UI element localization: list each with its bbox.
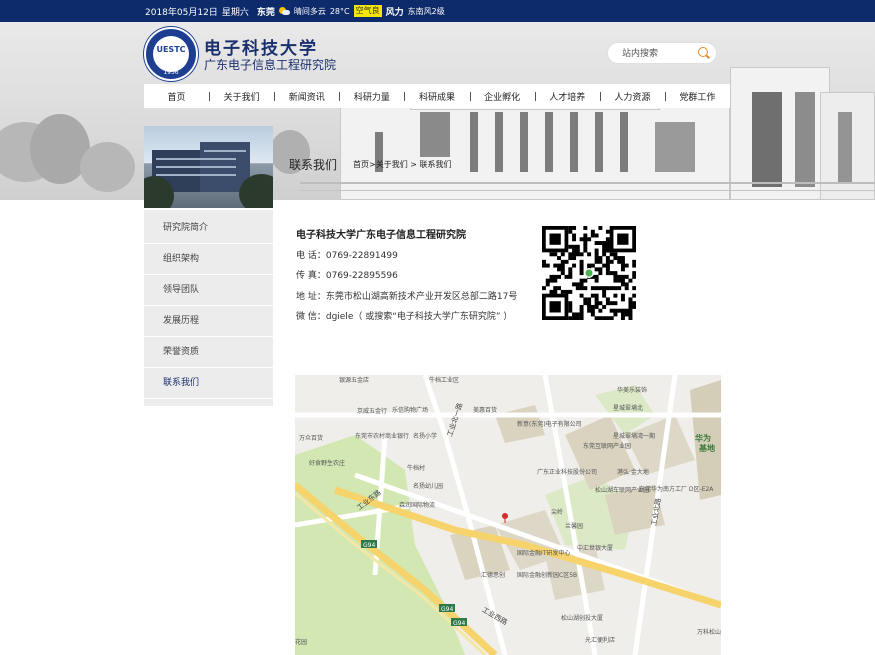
location-map[interactable]: G94 G94 G94 银源五金店 牛档工业区 华美乐装饰 乐信购物广场 美惠百货 星城翠… <box>295 375 721 655</box>
city-text: 东莞 <box>256 7 275 18</box>
nav-item-party[interactable]: 党群工作 <box>664 90 730 103</box>
nav-item-training[interactable]: 人才培养 <box>534 90 600 103</box>
search-input[interactable] <box>622 47 694 61</box>
map-place-label: 森润国际物流 <box>399 502 436 509</box>
map-place-label: 国际金融IT研发中心 <box>517 550 571 557</box>
contact-address: 地 址：东莞市松山湖高新技术产业开发区总部二路17号 <box>296 292 518 302</box>
logo-year: 1956 <box>163 69 179 76</box>
map-place-label: 新意(东莞)电子有限公司 <box>517 421 582 428</box>
contact-org-name: 电子科技大学广东电子信息工程研究院 <box>296 230 466 241</box>
breadcrumb[interactable]: 首页>关于我们 > 联系我们 <box>353 159 452 170</box>
map-place-label: 星城翠埔北 <box>613 405 644 412</box>
wechat-qr-code <box>542 226 637 321</box>
nav-item-hr[interactable]: 人力资源 <box>599 90 665 103</box>
map-place-label: 尖岭 <box>551 509 564 516</box>
map-place-label: 美惠百货 <box>473 407 498 414</box>
map-place-label: 国际金融创新园C区5B <box>517 572 578 579</box>
weekday-text: 星期六 <box>221 7 249 18</box>
brand-subtitle[interactable]: 广东电子信息工程研究院 <box>204 56 336 73</box>
map-place-label: 基地 <box>699 444 715 453</box>
map-place-label: 兰馨园 <box>565 523 584 530</box>
highway-label: G94 <box>363 542 375 549</box>
map-place-label: 华美乐装饰 <box>617 387 648 394</box>
wind-label: 风力 <box>385 7 404 18</box>
map-place-label: 牛档村 <box>407 465 426 472</box>
temperature-text: 28°C <box>329 6 350 16</box>
map-place-label: 牛档工业区 <box>429 377 460 384</box>
map-place-label: 东莞市农村商业银行 <box>355 433 410 440</box>
sidebar-item-contact[interactable]: 联系我们 <box>144 368 273 399</box>
map-place-label: 光汇便利店 <box>585 637 616 644</box>
map-place-label: 松山湖车联网产业园 <box>595 487 650 494</box>
nav-item-research-results[interactable]: 科研成果 <box>404 90 469 103</box>
location-marker-icon <box>502 513 508 519</box>
map-place-label: 广东正业科技股份公司 <box>537 469 598 476</box>
map-place-label: 东莞华为南方工厂 D区-E2A <box>639 486 714 493</box>
page-title: 联系我们 <box>289 158 338 172</box>
air-quality-badge: 空气良 <box>353 5 382 17</box>
map-place-label: 名扬小学 <box>413 433 438 440</box>
map-place-label: 汇德思创 <box>481 572 506 579</box>
map-place-label: 京威五金行 <box>357 408 388 415</box>
search-icon[interactable] <box>698 47 708 57</box>
nav-item-incubation[interactable]: 企业孵化 <box>469 90 535 103</box>
map-place-label: 花园 <box>295 639 308 646</box>
map-place-label: 星城翠埔湾一期 <box>613 433 656 440</box>
highway-label: G94 <box>453 620 465 627</box>
map-place-label: 中汇世银大厦 <box>577 545 614 552</box>
map-place-label: 松山湖创投大厦 <box>561 615 604 622</box>
map-place-label: 银源五金店 <box>339 377 370 384</box>
map-place-label: 万科松山湖研究院 <box>697 629 721 636</box>
wind-text: 东南风2级 <box>407 6 445 16</box>
map-place-label: 东莞互联网产业园 <box>583 443 632 450</box>
nav-item-about[interactable]: 关于我们 <box>209 90 274 103</box>
sidebar-menu: 研究院简介 组织架构 领导团队 发展历程 荣誉资质 联系我们 <box>144 210 273 406</box>
highway-label: G94 <box>441 606 453 613</box>
main-nav: 首页 关于我们 新闻资讯 科研力量 科研成果 企业孵化 人才培养 人力资源 党群… <box>144 84 730 108</box>
sidebar-item-history[interactable]: 发展历程 <box>144 306 273 337</box>
sidebar-item-structure[interactable]: 组织架构 <box>144 244 273 275</box>
map-place-label: 万众百货 <box>299 435 324 442</box>
logo-abbr: UESTC <box>156 45 186 54</box>
map-place-label: 港弘·金大地 <box>617 469 649 476</box>
sidebar-item-honors[interactable]: 荣誉资质 <box>144 337 273 368</box>
nav-item-home[interactable]: 首页 <box>144 90 209 103</box>
map-place-label: 华为 <box>695 434 711 443</box>
partly-cloudy-icon <box>278 7 290 15</box>
sidebar-building-photo <box>144 126 273 208</box>
contact-phone: 电 话：0769-22891499 <box>296 251 398 261</box>
nav-item-research-strength[interactable]: 科研力量 <box>339 90 404 103</box>
map-place-label: 好食野生农庄 <box>309 460 346 467</box>
nav-item-news[interactable]: 新闻资讯 <box>274 90 339 103</box>
date-text: 2018年05月12日 <box>145 7 218 18</box>
map-green-area <box>295 435 465 655</box>
map-place-label: 乐信购物广场 <box>392 407 429 414</box>
site-search <box>607 42 717 64</box>
sidebar-item-intro[interactable]: 研究院简介 <box>144 213 273 244</box>
map-place-label: 名扬幼儿园 <box>413 483 444 490</box>
weather-text: 晴间多云 <box>293 6 326 16</box>
header-banner <box>0 22 875 200</box>
university-logo[interactable]: UESTC 1956 <box>144 27 198 81</box>
contact-wechat: 微 信：dgiele（ 或搜索“电子科技大学广东研究院” ） <box>296 312 513 322</box>
contact-info: 电子科技大学广东电子信息工程研究院 电 话：0769-22891499 传 真：… <box>296 226 517 322</box>
contact-fax: 传 真：0769-22895596 <box>296 271 398 281</box>
sidebar-item-leadership[interactable]: 领导团队 <box>144 275 273 306</box>
top-info-bar: 2018年05月12日 星期六 东莞 晴间多云 28°C 空气良 风力 东南风2… <box>0 0 875 22</box>
